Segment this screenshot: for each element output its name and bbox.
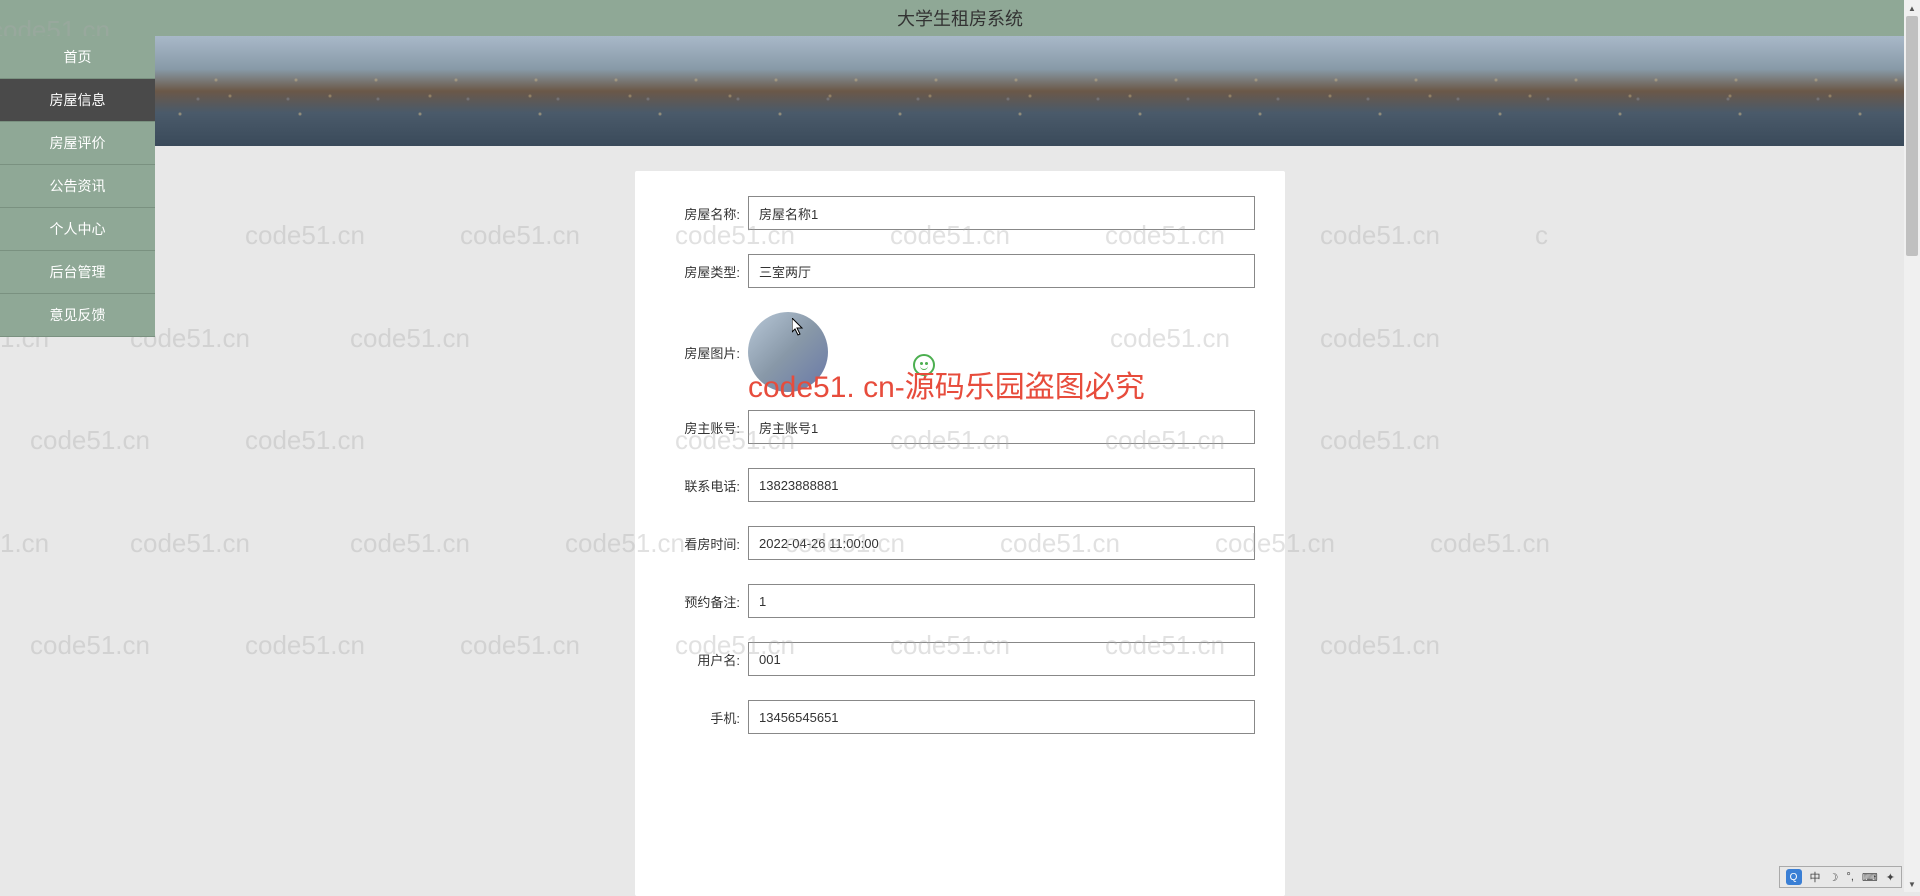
ime-punct-icon[interactable]: °, [1846, 871, 1853, 883]
form-row-house-image: 房屋图片: code51. cn-源码乐园盗图必究 [665, 312, 1255, 392]
form-label: 联系电话: [665, 476, 740, 495]
ime-logo-icon[interactable]: Q [1786, 869, 1802, 885]
sidebar-item-house-review[interactable]: 房屋评价 [0, 122, 155, 165]
sidebar-label: 意见反馈 [50, 307, 106, 323]
image-area: code51. cn-源码乐园盗图必究 [748, 312, 1255, 392]
form-label: 房主账号: [665, 418, 740, 437]
sidebar-label: 个人中心 [50, 221, 106, 237]
sidebar-item-home[interactable]: 首页 [0, 36, 155, 79]
form-row-contact-phone: 联系电话: [665, 468, 1255, 502]
house-name-input[interactable] [748, 196, 1255, 230]
house-type-input[interactable] [748, 254, 1255, 288]
banner-image [0, 36, 1920, 146]
sidebar-item-personal[interactable]: 个人中心 [0, 208, 155, 251]
sidebar-label: 后台管理 [50, 264, 106, 280]
scrollbar-thumb[interactable] [1906, 16, 1918, 256]
contact-phone-input[interactable] [748, 468, 1255, 502]
reservation-note-input[interactable] [748, 584, 1255, 618]
sidebar-label: 房屋评价 [50, 135, 106, 151]
form-row-username: 用户名: [665, 642, 1255, 676]
main-content: 房屋名称: 房屋类型: 房屋图片: code51. cn-源码乐园盗图必究 房主… [0, 146, 1920, 896]
form-row-house-type: 房屋类型: [665, 254, 1255, 288]
form-row-viewing-time: 看房时间: [665, 526, 1255, 560]
owner-account-input[interactable] [748, 410, 1255, 444]
form-row-phone: 手机: [665, 700, 1255, 734]
sidebar: 首页 房屋信息 房屋评价 公告资讯 个人中心 后台管理 意见反馈 [0, 36, 155, 337]
sidebar-label: 首页 [64, 49, 92, 65]
ime-keyboard-icon[interactable]: ⌨ [1862, 871, 1878, 884]
scrollbar-down-arrow[interactable]: ▼ [1904, 876, 1920, 892]
form-label: 房屋图片: [665, 343, 740, 362]
form-row-house-name: 房屋名称: [665, 196, 1255, 230]
form-card: 房屋名称: 房屋类型: 房屋图片: code51. cn-源码乐园盗图必究 房主… [635, 171, 1285, 896]
ime-lang-label[interactable]: 中 [1810, 869, 1821, 885]
scrollbar-up-arrow[interactable]: ▲ [1904, 0, 1920, 16]
ime-moon-icon[interactable]: ☽ [1829, 871, 1839, 884]
form-row-owner-account: 房主账号: [665, 410, 1255, 444]
form-label: 房屋名称: [665, 204, 740, 223]
sidebar-item-admin[interactable]: 后台管理 [0, 251, 155, 294]
app-header: 大学生租房系统 [0, 0, 1920, 36]
sidebar-label: 房屋信息 [50, 92, 106, 108]
form-label: 预约备注: [665, 592, 740, 611]
username-input[interactable] [748, 642, 1255, 676]
form-row-reservation-note: 预约备注: [665, 584, 1255, 618]
sidebar-item-feedback[interactable]: 意见反馈 [0, 294, 155, 337]
form-label: 看房时间: [665, 534, 740, 553]
viewing-time-input[interactable] [748, 526, 1255, 560]
sidebar-label: 公告资讯 [50, 178, 106, 194]
form-label: 用户名: [665, 650, 740, 669]
form-label: 房屋类型: [665, 262, 740, 281]
vertical-scrollbar[interactable]: ▲ ▼ [1904, 0, 1920, 892]
success-smile-icon [913, 354, 935, 376]
ime-settings-icon[interactable]: ✦ [1886, 871, 1895, 884]
house-image-thumbnail[interactable] [748, 312, 828, 392]
sidebar-item-house-info[interactable]: 房屋信息 [0, 79, 155, 122]
phone-input[interactable] [748, 700, 1255, 734]
sidebar-item-announcement[interactable]: 公告资讯 [0, 165, 155, 208]
form-label: 手机: [665, 708, 740, 727]
app-title: 大学生租房系统 [897, 5, 1023, 31]
ime-toolbar[interactable]: Q 中 ☽ °, ⌨ ✦ [1779, 866, 1902, 888]
